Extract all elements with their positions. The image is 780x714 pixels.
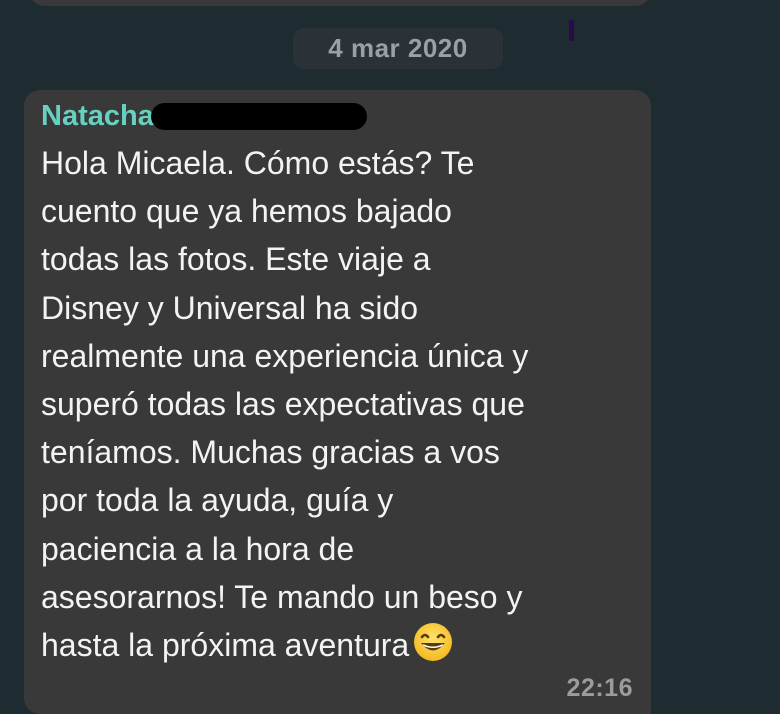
sender-row: Natacha: [41, 98, 154, 134]
previous-message-bubble-edge: [30, 0, 650, 6]
date-separator: 4 mar 2020: [293, 28, 503, 69]
sender-name[interactable]: Natacha: [41, 100, 154, 132]
message-bubble[interactable]: Natacha Hola Micaela. Cómo estás? Te cue…: [24, 90, 651, 714]
grinning-face-icon: [414, 623, 453, 662]
message-text: Hola Micaela. Cómo estás? Te cuento que …: [41, 145, 529, 664]
message-timestamp: 22:16: [566, 674, 633, 702]
message-body: Hola Micaela. Cómo estás? Te cuento que …: [41, 139, 641, 669]
redacted-surname: [151, 103, 367, 130]
scroll-indicator: [569, 20, 574, 41]
